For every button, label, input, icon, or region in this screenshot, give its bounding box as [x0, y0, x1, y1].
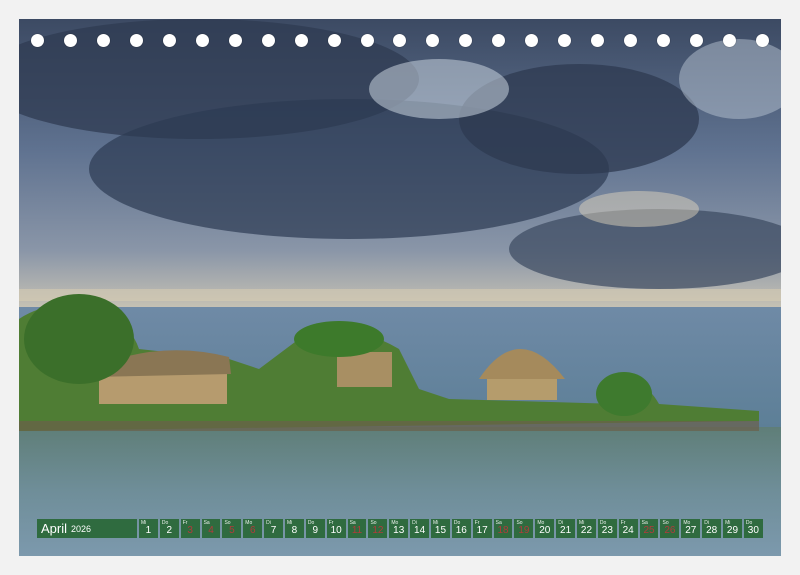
calendar-strip: April 2026 Mi 1 Do 2 Fr 3 Sa 4 So 5 Mo 6 Di 7 Mi 8 Do 9 Fr…	[37, 519, 763, 538]
binding-ring	[31, 34, 44, 47]
binding-ring	[525, 34, 539, 47]
day-cell: Do 23	[597, 519, 617, 538]
day-number: 1	[145, 525, 152, 536]
day-cell: Do 30	[743, 519, 763, 538]
day-number: 10	[330, 525, 342, 536]
day-number: 4	[208, 525, 214, 536]
day-number: 27	[685, 525, 697, 536]
day-number: 7	[270, 525, 277, 536]
month-name: April	[41, 521, 68, 536]
day-cell: Mi 29	[723, 519, 742, 538]
day-cell: Sa 11	[347, 519, 367, 538]
day-cell: Sa 4	[201, 519, 221, 538]
binding-ring	[327, 34, 341, 47]
day-cell: Do 2	[159, 519, 179, 538]
day-cell: Fr 24	[618, 519, 638, 538]
day-cell: Fr 10	[326, 519, 346, 538]
day-number: 18	[497, 525, 509, 536]
day-cell: Mo 13	[389, 519, 409, 538]
day-cell: Do 16	[451, 519, 471, 538]
day-number: 12	[372, 525, 384, 536]
day-number: 13	[393, 525, 405, 536]
day-cell: Mi 15	[431, 519, 450, 538]
binding-ring	[723, 34, 737, 47]
binding-ring	[393, 34, 407, 47]
landscape-photo	[19, 19, 781, 556]
day-cell: So 19	[514, 519, 534, 538]
binding-ring	[459, 34, 473, 47]
day-cell: So 5	[222, 519, 242, 538]
day-number: 22	[580, 525, 593, 536]
day-number: 16	[455, 525, 467, 536]
day-number: 30	[747, 525, 759, 536]
year-label: 2026	[71, 523, 92, 534]
day-number: 3	[187, 525, 193, 536]
day-cell: Di 14	[410, 519, 430, 538]
day-number: 24	[622, 525, 634, 536]
binding-ring	[591, 34, 605, 47]
binding-ring	[228, 34, 242, 47]
day-number: 21	[560, 525, 572, 536]
day-number: 20	[539, 525, 551, 536]
binding-ring	[129, 34, 143, 47]
day-cell: Fr 17	[472, 519, 492, 538]
day-cell: Fr 3	[180, 519, 200, 538]
month-label: April 2026	[37, 519, 137, 538]
binding-ring	[294, 34, 308, 47]
day-cell: Mo 6	[243, 519, 263, 538]
lake-huts-illustration	[19, 19, 781, 556]
binding-ring	[261, 34, 275, 47]
calendar-page: April 2026 Mi 1 Do 2 Fr 3 Sa 4 So 5 Mo 6 Di 7 Mi 8 Do 9 Fr…	[0, 0, 800, 575]
day-number: 15	[434, 525, 447, 536]
binding-ring	[360, 34, 374, 47]
day-number: 17	[476, 525, 488, 536]
day-cell: So 12	[368, 519, 388, 538]
day-cell: Mi 22	[577, 519, 596, 538]
day-number: 26	[664, 525, 676, 536]
day-number: 28	[706, 525, 718, 536]
day-number: 2	[166, 525, 173, 536]
day-cell: Mo 27	[681, 519, 701, 538]
binding-ring	[162, 34, 176, 47]
day-number: 23	[601, 525, 613, 536]
binding-rings	[19, 34, 781, 50]
day-cell: So 26	[660, 519, 680, 538]
binding-ring	[492, 34, 506, 47]
day-cell: Sa 18	[493, 519, 513, 538]
binding-ring	[690, 34, 704, 47]
binding-ring	[624, 34, 638, 47]
binding-ring	[96, 34, 110, 47]
day-cell: Mi 8	[285, 519, 304, 538]
day-cell: Sa 25	[639, 519, 659, 538]
binding-ring	[755, 34, 769, 47]
binding-ring	[657, 34, 671, 47]
day-cell: Di 7	[264, 519, 284, 538]
day-cell: Di 28	[702, 519, 722, 538]
day-number: 6	[249, 525, 256, 536]
binding-ring	[558, 34, 572, 47]
binding-ring	[195, 34, 209, 47]
day-number: 25	[643, 525, 655, 536]
day-cell: Mo 20	[535, 519, 555, 538]
day-number: 9	[312, 525, 319, 536]
day-number: 14	[414, 525, 426, 536]
binding-ring	[426, 34, 440, 47]
day-cell: Do 9	[305, 519, 325, 538]
day-cell: Mi 1	[139, 519, 158, 538]
day-number: 29	[726, 525, 739, 536]
day-number: 8	[291, 525, 298, 536]
day-number: 11	[351, 525, 363, 536]
binding-ring	[63, 34, 77, 47]
day-cell: Di 21	[556, 519, 576, 538]
day-number: 19	[518, 525, 530, 536]
day-number: 5	[229, 525, 235, 536]
